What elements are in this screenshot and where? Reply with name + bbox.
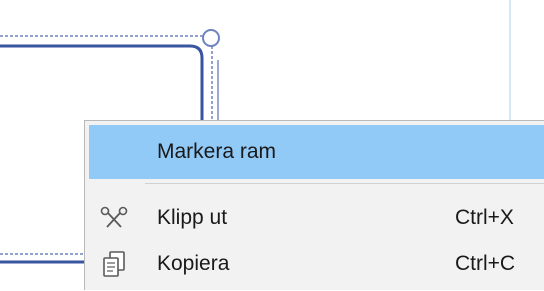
context-menu: Markera ram Klipp ut Ctrl+X Kopiera Ctrl… bbox=[84, 120, 544, 290]
menu-separator bbox=[145, 183, 544, 184]
resize-handle[interactable] bbox=[202, 29, 220, 47]
menu-item-kopiera[interactable]: Kopiera Ctrl+C bbox=[89, 237, 544, 291]
connector-line[interactable] bbox=[0, 44, 204, 120]
menu-item-label: Markera ram bbox=[157, 140, 277, 163]
menu-item-label: Kopiera bbox=[157, 252, 230, 275]
menu-item-label: Klipp ut bbox=[157, 206, 228, 229]
scissors-icon bbox=[100, 206, 128, 228]
menu-item-shortcut: Ctrl+C bbox=[455, 252, 516, 275]
menu-item-shortcut: Ctrl+X bbox=[455, 206, 514, 229]
copy-icon bbox=[103, 251, 125, 277]
menu-item-markera-ram[interactable]: Markera ram bbox=[89, 125, 544, 179]
